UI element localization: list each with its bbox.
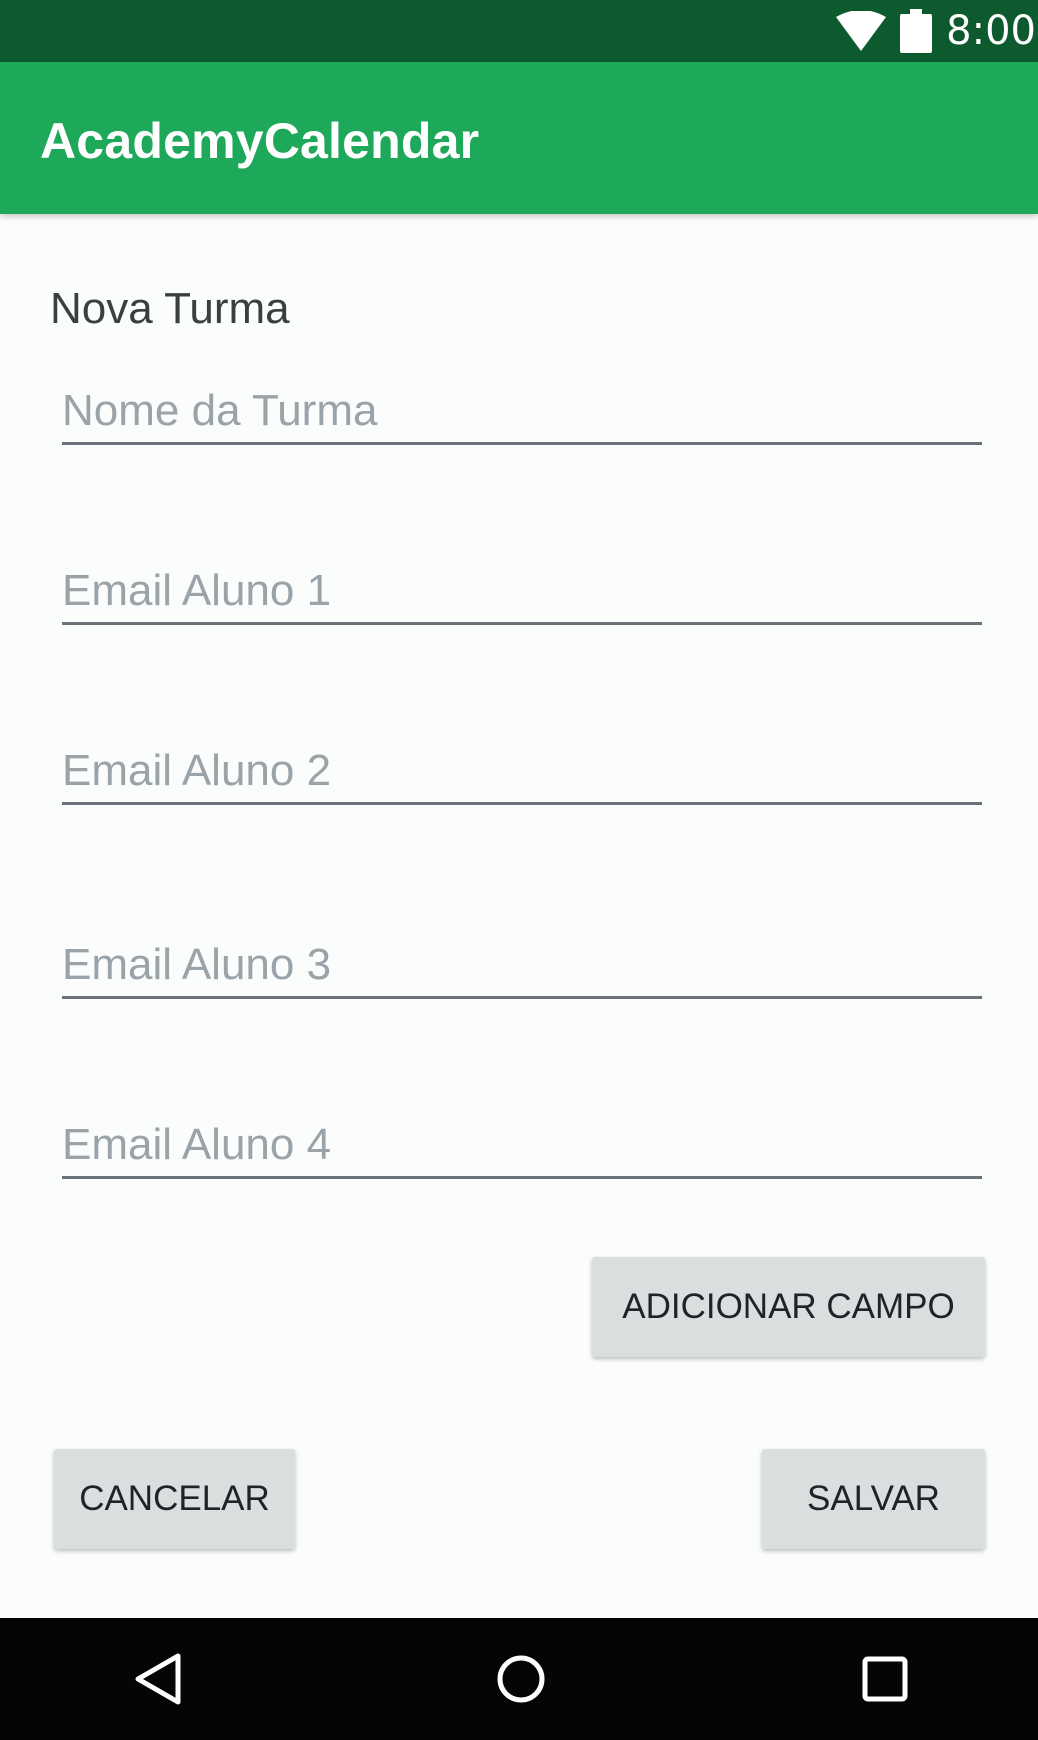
student-email-2-input[interactable] [62, 746, 982, 796]
page-title: Nova Turma [50, 284, 290, 333]
app-bar: AcademyCalendar [0, 62, 1038, 214]
status-time: 8:00 [946, 8, 1036, 54]
class-name-input[interactable] [62, 386, 982, 436]
add-field-button[interactable]: ADICIONAR CAMPO [592, 1257, 985, 1357]
form-content: Nova Turma ADICIONAR CAMPO CANCELAR SALV… [0, 214, 1038, 1618]
class-name-field[interactable] [62, 362, 982, 445]
app-title: AcademyCalendar [40, 113, 480, 169]
student-email-3-field[interactable] [62, 916, 982, 999]
wifi-icon [836, 11, 887, 51]
navigation-bar [0, 1618, 1038, 1740]
student-email-2-field[interactable] [62, 722, 982, 805]
status-bar: 8:00 [0, 0, 1038, 62]
home-icon[interactable] [490, 1648, 552, 1710]
student-email-1-field[interactable] [62, 542, 982, 625]
save-button[interactable]: SALVAR [762, 1449, 985, 1549]
student-email-4-field[interactable] [62, 1096, 982, 1179]
back-icon[interactable] [130, 1648, 192, 1710]
recents-icon[interactable] [854, 1648, 916, 1710]
cancel-button[interactable]: CANCELAR [54, 1449, 295, 1549]
battery-icon [900, 9, 933, 53]
status-icons: 8:00 [836, 0, 1038, 62]
student-email-4-input[interactable] [62, 1120, 982, 1170]
student-email-1-input[interactable] [62, 566, 982, 616]
student-email-3-input[interactable] [62, 940, 982, 990]
